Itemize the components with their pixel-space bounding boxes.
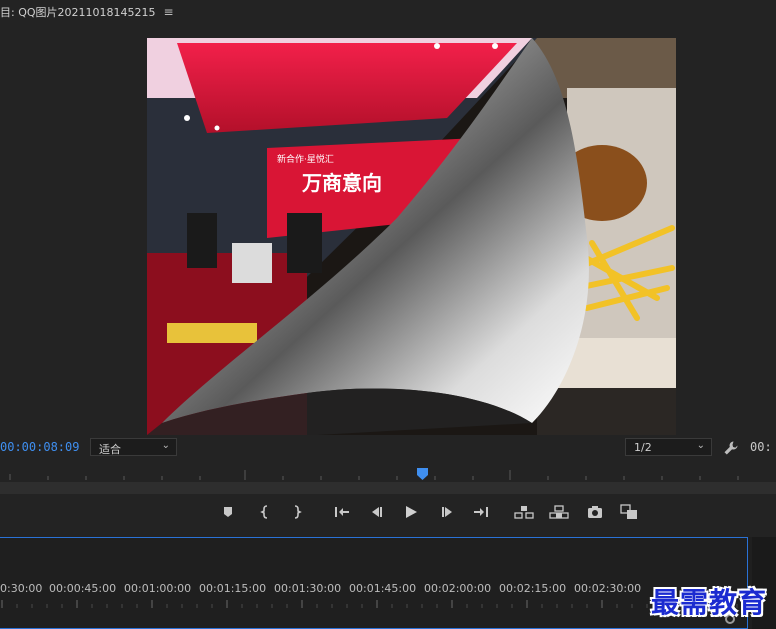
ruler-label: 0:30:00 xyxy=(0,582,43,595)
step-forward-icon xyxy=(442,507,452,517)
page-peel-frame: 新合作·星悦汇 万商意向 xyxy=(147,38,676,435)
current-timecode[interactable]: 00:00:08:09 xyxy=(0,440,79,454)
banner-text: 万商意向 xyxy=(301,171,382,195)
ruler-label: 00:01:00:00 xyxy=(124,582,192,595)
mark-in-button[interactable] xyxy=(255,502,275,522)
ruler-label: 00:01:45:00 xyxy=(349,582,417,595)
step-back-button[interactable] xyxy=(367,502,387,522)
ruler-label: 00:01:30:00 xyxy=(274,582,342,595)
ruler-label: 00:02:30:00 xyxy=(574,582,642,595)
fit-zoom-value: 适合 xyxy=(99,443,121,456)
transport-controls xyxy=(0,498,776,526)
export-frame-button[interactable] xyxy=(585,502,605,522)
go-to-out-button[interactable] xyxy=(471,502,491,522)
overwrite-icon xyxy=(549,505,569,519)
camera-icon xyxy=(588,506,602,518)
mark-out-icon xyxy=(294,505,302,519)
mark-in-icon xyxy=(260,505,268,519)
timeline-ruler-area[interactable]: 0:30:00 00:00:45:00 00:01:00:00 00:01:15… xyxy=(0,537,748,629)
playback-resolution-select[interactable]: 1/2 ⌄ xyxy=(625,438,712,456)
playhead-icon[interactable] xyxy=(417,468,428,480)
mini-time-ruler[interactable] xyxy=(0,462,776,482)
marker-icon xyxy=(224,507,232,517)
watermark-logo: 最需教育 xyxy=(651,586,768,619)
mark-out-button[interactable] xyxy=(287,502,307,522)
overwrite-button[interactable] xyxy=(549,502,569,522)
ruler-label: 00:02:00:00 xyxy=(424,582,492,595)
go-to-in-button[interactable] xyxy=(332,502,352,522)
video-preview: 新合作·星悦汇 万商意向 xyxy=(147,38,676,435)
go-to-out-icon xyxy=(474,507,488,517)
insert-icon xyxy=(514,506,534,519)
play-button[interactable] xyxy=(401,502,421,522)
ruler-label: 00:01:15:00 xyxy=(199,582,267,595)
timeline-panel: 0:30:00 00:00:45:00 00:01:00:00 00:01:15… xyxy=(0,537,776,629)
program-monitor: 目: QQ图片20211018145215 ≡ 新合作·星悦汇 万商意向 00:… xyxy=(0,0,776,537)
play-icon xyxy=(406,506,417,518)
compare-view-button[interactable] xyxy=(619,502,639,522)
chevron-down-icon: ⌄ xyxy=(696,440,705,451)
step-back-icon xyxy=(372,507,382,517)
scrub-bar[interactable] xyxy=(0,482,776,494)
ruler-label: 00:00:45:00 xyxy=(49,582,117,595)
compare-view-icon xyxy=(620,504,637,519)
insert-button[interactable] xyxy=(514,502,534,522)
panel-menu-icon[interactable]: ≡ xyxy=(164,5,174,19)
playback-resolution-value: 1/2 xyxy=(634,441,652,454)
settings-wrench-icon[interactable] xyxy=(723,440,739,456)
fit-zoom-select[interactable]: 适合 ⌄ xyxy=(90,438,177,456)
ruler-label: 00:02:15:00 xyxy=(499,582,567,595)
add-marker-button[interactable] xyxy=(218,502,238,522)
chevron-down-icon: ⌄ xyxy=(161,440,170,451)
duration-timecode: 00: xyxy=(750,440,772,454)
timeline-ticks xyxy=(1,600,738,608)
go-to-in-icon xyxy=(335,507,349,517)
stage-text: 新合作·星悦汇 xyxy=(277,153,334,165)
monitor-title: 目: QQ图片20211018145215 ≡ xyxy=(0,4,174,20)
step-forward-button[interactable] xyxy=(437,502,457,522)
sequence-name: 目: QQ图片20211018145215 xyxy=(0,6,156,19)
